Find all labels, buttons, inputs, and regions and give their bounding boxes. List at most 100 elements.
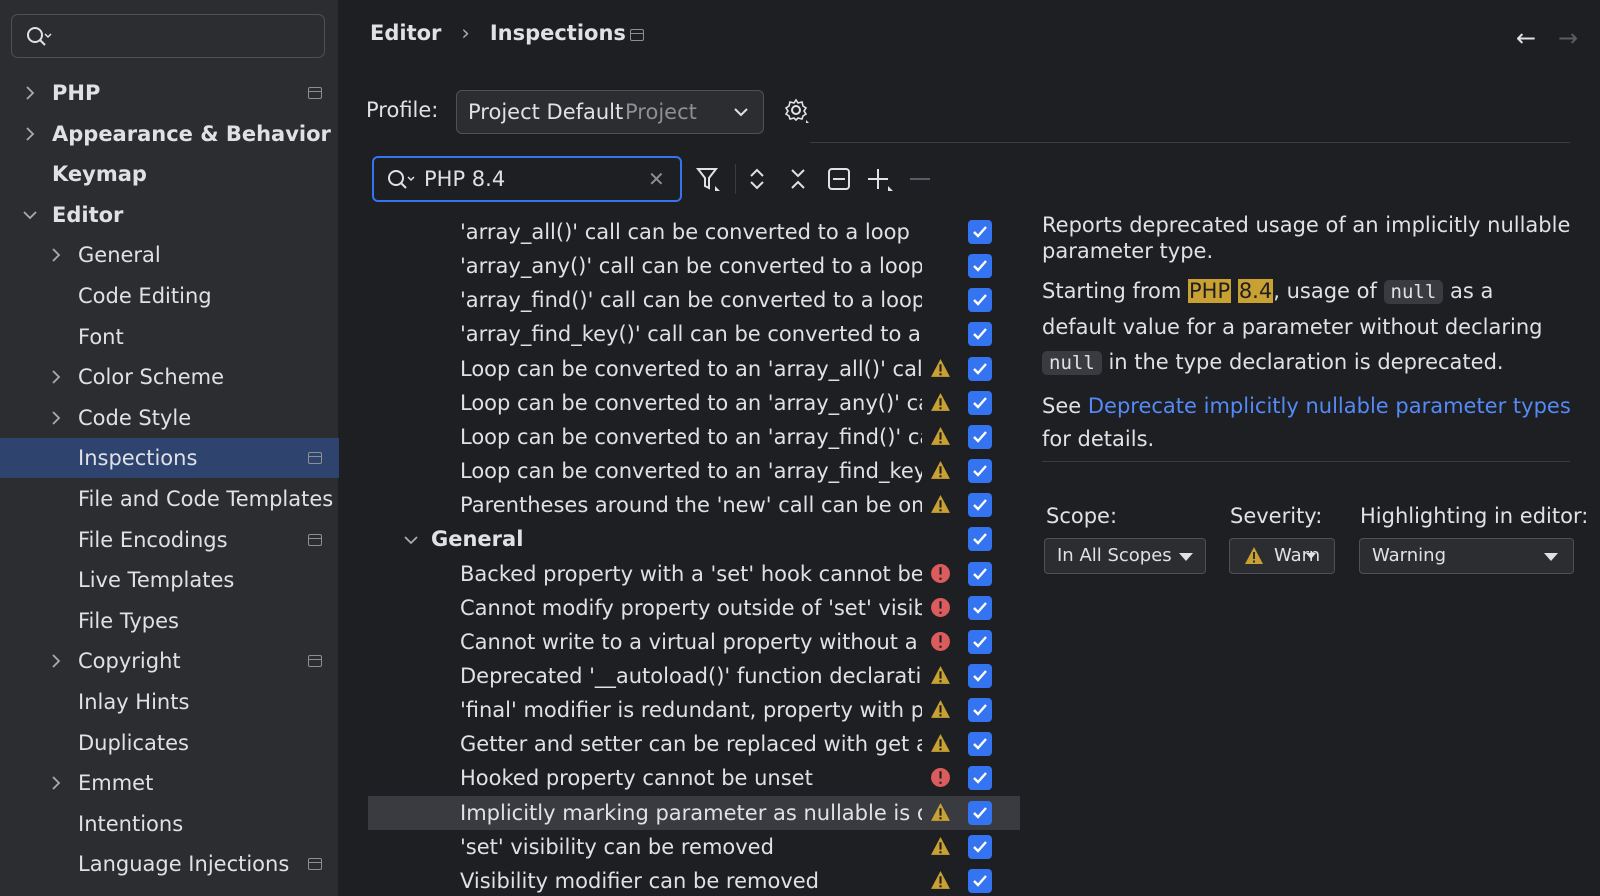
chevron-right-icon[interactable] xyxy=(48,369,64,385)
chevron-down-icon[interactable] xyxy=(403,532,419,548)
clear-icon[interactable]: ✕ xyxy=(648,167,665,191)
enabled-checkbox[interactable] xyxy=(968,322,992,347)
inspection-search[interactable]: ✕ xyxy=(372,156,682,202)
rfc-link[interactable]: Deprecate implicitly nullable parameter … xyxy=(1088,394,1571,418)
sidebar-item[interactable]: Keymap xyxy=(0,154,339,194)
sidebar-item[interactable]: Live Templates xyxy=(0,560,339,600)
sidebar-item[interactable]: Font xyxy=(0,317,339,357)
sidebar-item[interactable]: Inspections xyxy=(0,438,339,479)
inspection-name: 'array_find_key()' call can be converted… xyxy=(460,322,922,347)
tree-row[interactable]: Cannot write to a virtual property witho… xyxy=(368,625,1020,659)
enabled-checkbox[interactable] xyxy=(968,629,992,654)
chevron-right-icon[interactable] xyxy=(48,247,64,263)
tree-row[interactable]: 'array_find()' call can be converted to … xyxy=(368,283,1020,317)
sidebar-item[interactable]: Code Style xyxy=(0,398,339,438)
expand-all-icon[interactable] xyxy=(746,166,768,192)
sidebar-item[interactable]: Copyright xyxy=(0,641,339,681)
settings-search-input[interactable] xyxy=(11,14,325,58)
enabled-checkbox[interactable] xyxy=(968,868,992,893)
highlighting-dropdown[interactable]: Warning xyxy=(1359,538,1574,574)
enabled-checkbox[interactable] xyxy=(968,800,992,825)
enabled-checkbox[interactable] xyxy=(968,459,992,484)
inspection-name: 'array_find()' call can be converted to … xyxy=(460,288,922,313)
reset-to-empty-icon[interactable] xyxy=(826,166,852,192)
tree-row[interactable]: 'array_all()' call can be converted to a… xyxy=(368,215,1020,249)
tree-row[interactable]: Parentheses around the 'new' call can be… xyxy=(368,488,1020,522)
tree-row[interactable]: Loop can be converted to an 'array_all()… xyxy=(368,352,1020,386)
tree-row[interactable]: Cannot modify property outside of 'set' … xyxy=(368,591,1020,625)
sidebar-item[interactable]: File Types xyxy=(0,601,339,641)
breadcrumb-inspections: Inspections xyxy=(489,21,626,45)
inspection-name: Loop can be converted to an 'array_all()… xyxy=(460,356,922,381)
inspection-tree: 'array_all()' call can be converted to a… xyxy=(368,215,1020,896)
tree-row[interactable]: 'array_find_key()' call can be converted… xyxy=(368,317,1020,351)
add-icon[interactable] xyxy=(866,166,896,192)
tree-row[interactable]: Loop can be converted to an 'array_any()… xyxy=(368,386,1020,420)
gear-icon[interactable] xyxy=(784,98,812,126)
chevron-right-icon[interactable] xyxy=(22,85,38,101)
enabled-checkbox[interactable] xyxy=(968,288,992,313)
enabled-checkbox[interactable] xyxy=(968,698,992,723)
tree-row[interactable]: 'final' modifier is redundant, property … xyxy=(368,693,1020,727)
sidebar-item[interactable]: Emmet xyxy=(0,763,339,803)
sidebar-item[interactable]: Language Injections xyxy=(0,844,339,884)
tree-row[interactable]: Hooked property cannot be unset xyxy=(368,761,1020,795)
sidebar-item[interactable]: Intentions xyxy=(0,804,339,844)
tree-row[interactable]: Backed property with a 'set' hook cannot… xyxy=(368,557,1020,591)
profile-scope: Project xyxy=(625,100,697,124)
scope-dropdown[interactable]: In All Scopes xyxy=(1044,538,1206,574)
sidebar-item[interactable]: Appearance & Behavior xyxy=(0,114,339,154)
enabled-checkbox[interactable] xyxy=(968,834,992,859)
enabled-checkbox[interactable] xyxy=(968,493,992,518)
inspection-name: 'set' visibility can be removed xyxy=(460,834,774,859)
tree-row[interactable]: Loop can be converted to an 'array_find_… xyxy=(368,454,1020,488)
inspection-name: Hooked property cannot be unset xyxy=(460,766,813,791)
chevron-right-icon[interactable] xyxy=(48,410,64,426)
breadcrumb-editor[interactable]: Editor xyxy=(370,21,441,45)
sidebar-item-label: Keymap xyxy=(52,162,147,187)
inspection-search-input[interactable] xyxy=(424,166,644,192)
tree-row[interactable]: Visibility modifier can be removed xyxy=(368,864,1020,896)
chevron-right-icon[interactable] xyxy=(48,653,64,669)
filter-icon[interactable] xyxy=(695,166,723,192)
severity-dropdown[interactable]: Warn xyxy=(1229,538,1335,574)
pin-icon[interactable] xyxy=(630,29,644,41)
tree-row[interactable]: 'array_any()' call can be converted to a… xyxy=(368,249,1020,283)
tree-row[interactable]: Deprecated '__autoload()' function decla… xyxy=(368,659,1020,693)
enabled-checkbox[interactable] xyxy=(968,527,992,552)
enabled-checkbox[interactable] xyxy=(968,356,992,381)
sidebar-item[interactable]: Editor xyxy=(0,195,339,235)
remove-icon[interactable] xyxy=(908,166,932,192)
collapse-all-icon[interactable] xyxy=(787,166,809,192)
chevron-right-icon[interactable] xyxy=(22,126,38,142)
enabled-checkbox[interactable] xyxy=(968,561,992,586)
enabled-checkbox[interactable] xyxy=(968,595,992,620)
enabled-checkbox[interactable] xyxy=(968,663,992,688)
tree-group-row[interactable]: General xyxy=(368,522,1020,556)
profile-dropdown[interactable]: Project Default Project xyxy=(456,90,764,134)
sidebar-item[interactable]: File Encodings xyxy=(0,520,339,560)
back-arrow-icon[interactable]: ← xyxy=(1516,24,1536,52)
sidebar-item[interactable]: Duplicates xyxy=(0,723,339,763)
tree-row[interactable]: Loop can be converted to an 'array_find(… xyxy=(368,420,1020,454)
enabled-checkbox[interactable] xyxy=(968,424,992,449)
tree-row[interactable]: Getter and setter can be replaced with g… xyxy=(368,727,1020,761)
sidebar-item[interactable]: PHP xyxy=(0,73,339,113)
sidebar-item[interactable]: Code Editing xyxy=(0,276,339,316)
tree-row[interactable]: Implicitly marking parameter as nullable… xyxy=(368,795,1020,830)
enabled-checkbox[interactable] xyxy=(968,254,992,279)
enabled-checkbox[interactable] xyxy=(968,766,992,791)
sidebar-item[interactable]: Color Scheme xyxy=(0,357,339,397)
tree-row[interactable]: 'set' visibility can be removed xyxy=(368,830,1020,864)
forward-arrow-icon[interactable]: → xyxy=(1558,24,1578,52)
enabled-checkbox[interactable] xyxy=(968,220,992,244)
sidebar-item[interactable]: File and Code Templates xyxy=(0,479,339,519)
sidebar-item[interactable]: Inlay Hints xyxy=(0,682,339,722)
chevron-right-icon[interactable] xyxy=(48,775,64,791)
sidebar-item-label: Intentions xyxy=(78,811,184,836)
enabled-checkbox[interactable] xyxy=(968,390,992,415)
sidebar-item[interactable]: General xyxy=(0,235,339,275)
enabled-checkbox[interactable] xyxy=(968,732,992,757)
warning-icon xyxy=(931,426,950,445)
chevron-down-icon[interactable] xyxy=(22,207,38,223)
